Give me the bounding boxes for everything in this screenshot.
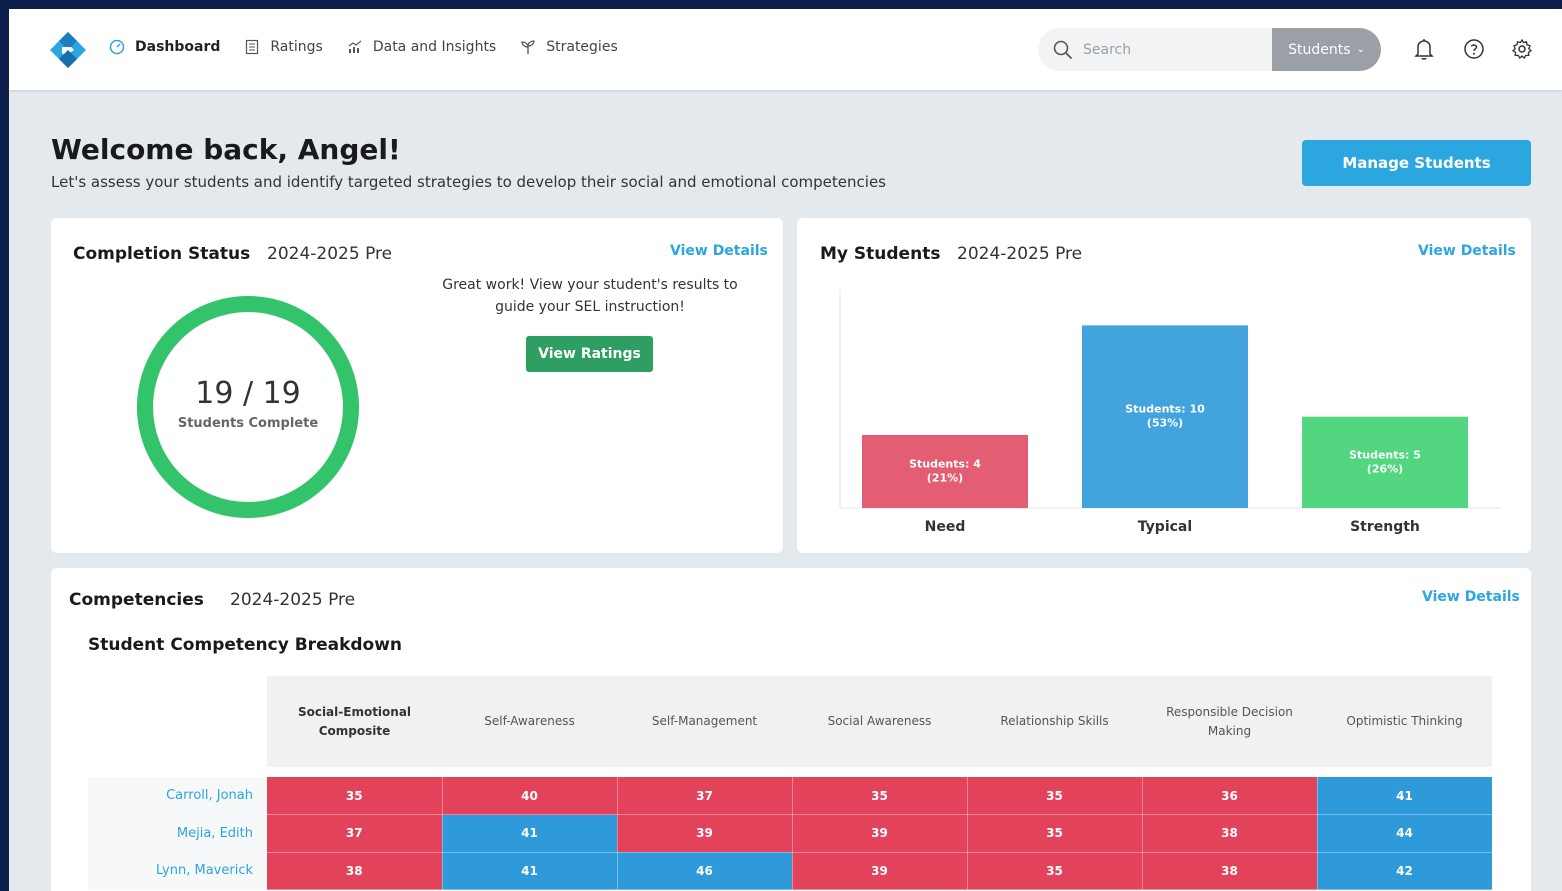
score-cell[interactable]: 36 [1142,777,1318,815]
score-cell[interactable]: 44 [1317,814,1493,853]
header-responsible-decision-making[interactable]: Responsible Decision Making [1142,676,1317,767]
completion-view-details-link[interactable]: View Details [670,243,768,259]
search-scope-label: Students [1288,41,1351,58]
score-cell[interactable]: 35 [967,814,1143,853]
manage-students-button[interactable]: Manage Students [1302,140,1531,186]
bar-data-label: Students: 10 [1125,403,1205,416]
score-cell[interactable]: 42 [1317,852,1493,890]
chevron-down-icon: ⌄ [1356,44,1365,55]
score-cell[interactable]: 38 [1142,814,1318,853]
my-students-card: My Students 2024-2025 Pre View Details S… [797,218,1531,553]
nav-dashboard-label: Dashboard [135,39,221,55]
search-box[interactable] [1038,28,1272,71]
student-name-link[interactable]: Lynn, Maverick [88,852,267,890]
bar-data-label: (53%) [1147,417,1183,430]
table-spacer-row [88,767,1492,777]
sprout-icon [521,40,535,54]
header-self-management[interactable]: Self-Management [617,676,792,767]
completion-status-period: 2024-2025 Pre [267,244,393,264]
nav-data-insights[interactable]: Data and Insights [347,39,496,55]
nav-strategies[interactable]: Strategies [520,39,618,55]
x-tick-label: Strength [1350,519,1420,535]
gear-icon[interactable] [1510,37,1534,61]
score-cell[interactable]: 35 [792,777,968,815]
completion-count-label: Students Complete [177,416,319,431]
list-icon [246,39,259,55]
header-social-emotional-composite[interactable]: Social-Emotional Composite [267,676,442,767]
students-bar-chart: Students: 4(21%) Need Students: 10(53%) Typ… [839,290,1501,535]
completion-count: 19 / 19 [195,376,301,411]
search-scope-dropdown[interactable]: Students ⌄ [1272,28,1381,71]
bar-data-label: (26%) [1367,462,1403,475]
help-icon[interactable] [1462,37,1486,61]
competency-breakdown-title: Student Competency Breakdown [88,635,403,655]
score-cell[interactable]: 39 [792,814,968,853]
competencies-view-details-link[interactable]: View Details [1422,589,1520,605]
header-self-awareness[interactable]: Self-Awareness [442,676,617,767]
score-cell[interactable]: 40 [442,777,618,815]
competencies-card: Competencies 2024-2025 Pre View Details … [51,568,1531,891]
score-cell[interactable]: 38 [1142,852,1318,890]
score-cell[interactable]: 35 [967,777,1143,815]
nav-ratings-label: Ratings [270,39,323,55]
header-social-awareness[interactable]: Social Awareness [792,676,967,767]
nav-dashboard[interactable]: Dashboard [109,39,220,55]
completion-status-title: Completion Status [73,244,251,264]
page-title: Welcome back, Angel! [51,133,401,166]
competency-table: Social-Emotional Composite Self-Awarenes… [88,676,1493,890]
search-input[interactable] [1083,41,1243,58]
bar-data-label: Students: 5 [1349,448,1421,461]
score-cell[interactable]: 38 [267,852,443,890]
student-name-column-header [88,676,267,767]
score-cell[interactable]: 37 [617,777,793,815]
chart-icon [348,40,362,53]
score-cell[interactable]: 39 [792,852,968,890]
student-name-link[interactable]: Mejia, Edith [88,814,267,852]
app-frame: Dashboard Ratings Data and Insights Stra… [9,9,1562,891]
score-cell[interactable]: 46 [617,852,793,890]
competency-table-header-row: Social-Emotional Composite Self-Awarenes… [88,676,1492,767]
score-cell[interactable]: 39 [617,814,793,853]
bar-data-label: (21%) [927,471,963,484]
top-navigation-bar: Dashboard Ratings Data and Insights Stra… [9,9,1562,90]
score-cell[interactable]: 35 [267,777,443,815]
nav-data-insights-label: Data and Insights [372,39,497,55]
table-row: Mejia, Edith 37 41 39 39 35 38 44 [88,814,1493,853]
page-subtitle: Let's assess your students and identify … [51,173,886,191]
header-optimistic-thinking[interactable]: Optimistic Thinking [1317,676,1492,767]
x-tick-label: Typical [1138,519,1192,535]
score-cell[interactable]: 37 [267,814,443,853]
student-name-link[interactable]: Carroll, Jonah [88,777,267,815]
competencies-title: Competencies [69,590,204,610]
score-cell[interactable]: 41 [442,852,618,890]
score-cell[interactable]: 41 [442,814,618,853]
completion-status-card: Completion Status 2024-2025 Pre View Det… [51,218,783,553]
competencies-period: 2024-2025 Pre [230,590,356,610]
score-cell[interactable]: 35 [967,852,1143,890]
bell-icon[interactable] [1412,37,1436,61]
dashboard-gauge-icon [109,39,125,55]
search-icon [1053,40,1073,59]
header-relationship-skills[interactable]: Relationship Skills [967,676,1142,767]
table-row: Lynn, Maverick 38 41 46 39 35 38 42 [88,852,1493,890]
score-cell[interactable]: 41 [1317,777,1493,815]
x-tick-label: Need [925,519,966,535]
view-ratings-button[interactable]: View Ratings [526,336,653,372]
nav-strategies-label: Strategies [546,39,618,55]
table-row: Carroll, Jonah 35 40 37 35 35 36 41 [88,777,1493,815]
app-logo-icon[interactable] [49,31,87,69]
main-nav: Dashboard Ratings Data and Insights Stra… [109,39,642,55]
bar-data-label: Students: 4 [909,457,981,470]
nav-ratings[interactable]: Ratings [244,39,323,55]
completion-message: Great work! View your student's results … [442,277,738,315]
